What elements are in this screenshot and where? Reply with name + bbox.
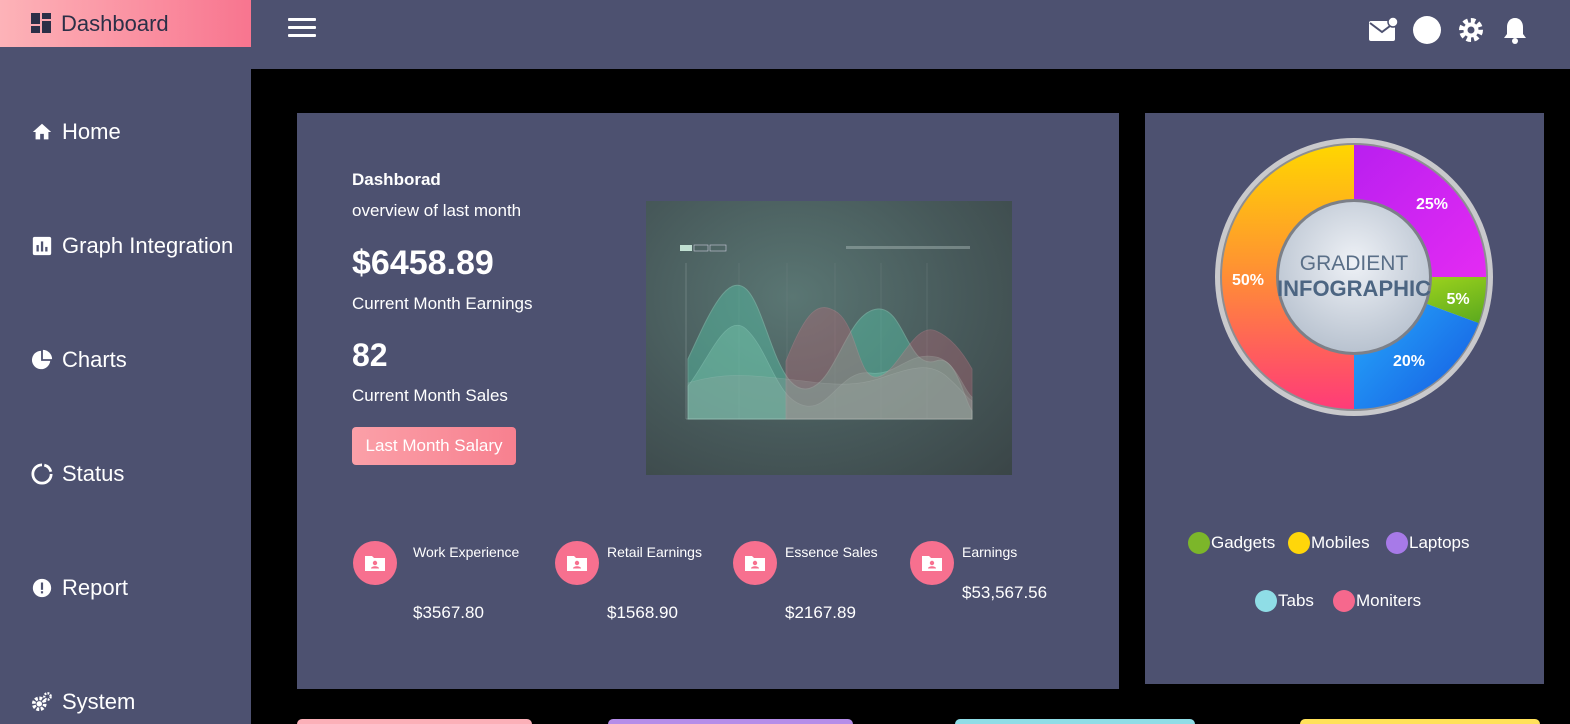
dashboard-icon	[31, 13, 51, 33]
alert-icon	[32, 578, 52, 598]
home-icon	[32, 123, 52, 140]
sidebar-item-graph-integration[interactable]: Graph Integration	[31, 233, 233, 259]
legend-label: Mobiles	[1311, 533, 1370, 552]
sidebar-item-label: Charts	[62, 347, 127, 372]
user-folder-icon	[555, 541, 599, 585]
legend-label: Tabs	[1278, 591, 1314, 610]
last-month-salary-button[interactable]: Last Month Salary	[352, 427, 516, 465]
segment-label-5: 5%	[1446, 291, 1469, 308]
user-folder-icon	[910, 541, 954, 585]
brand-label: Dashboard	[61, 10, 169, 36]
legend-moniters: Moniters	[1333, 590, 1421, 612]
legend-tabs: Tabs	[1255, 590, 1314, 612]
overview-subtitle: overview of last month	[352, 201, 522, 220]
overview-title: Dashborad	[352, 170, 441, 189]
legend-dot	[1255, 590, 1277, 612]
user-folder-icon	[353, 541, 397, 585]
sidebar-item-home[interactable]: Home	[31, 119, 121, 145]
legend-mobiles: Mobiles	[1288, 532, 1370, 554]
legend-laptops: Laptops	[1386, 532, 1470, 554]
segment-label-25: 25%	[1416, 196, 1448, 213]
top-bar-icons	[1368, 15, 1530, 45]
gears-icon	[31, 692, 52, 712]
menu-toggle-icon[interactable]	[288, 18, 318, 40]
bottom-card-peek	[297, 719, 532, 724]
legend-dot	[1333, 590, 1355, 612]
legend-dot	[1188, 532, 1210, 554]
sidebar-brand[interactable]: Dashboard	[0, 0, 251, 47]
user-folder-icon	[733, 541, 777, 585]
top-bar	[251, 0, 1570, 69]
bottom-card-peek	[1300, 719, 1540, 724]
segment-label-50: 50%	[1232, 272, 1264, 289]
sales-value: 82	[352, 337, 388, 373]
legend-gadgets: Gadgets	[1188, 532, 1275, 554]
sales-label: Current Month Sales	[352, 386, 508, 405]
sidebar-item-report[interactable]: Report	[31, 575, 128, 601]
gear-icon[interactable]	[1456, 15, 1486, 45]
earnings-value: $6458.89	[352, 244, 494, 282]
sidebar-item-label: Status	[62, 461, 125, 486]
pie-chart-icon	[31, 349, 53, 370]
legend-dot	[1386, 532, 1408, 554]
area-chart-image	[646, 201, 1012, 475]
sidebar-item-system[interactable]: System	[31, 689, 135, 715]
overview-card: Dashborad overview of last month $6458.8…	[297, 113, 1119, 689]
stat-label: Essence Sales	[785, 544, 878, 560]
legend-dot	[1288, 532, 1310, 554]
legend-label: Moniters	[1356, 591, 1422, 610]
bell-icon[interactable]	[1500, 15, 1530, 45]
stat-label: Retail Earnings	[607, 544, 702, 560]
sidebar-item-label: System	[62, 689, 136, 714]
segment-label-20: 20%	[1393, 353, 1425, 370]
sidebar-item-charts[interactable]: Charts	[31, 347, 127, 373]
gradient-infographic-donut: GRADIENT INFOGRAPHIC 25% 5% 20% 50%	[1215, 138, 1493, 416]
stat-value: $2167.89	[785, 603, 856, 622]
sidebar-item-label: Home	[62, 119, 121, 144]
area-chart-graphic	[680, 244, 973, 420]
avatar-circle-icon[interactable]	[1412, 15, 1442, 45]
bottom-card-peek	[955, 719, 1195, 724]
infographic-card: GRADIENT INFOGRAPHIC 25% 5% 20% 50% Gadg…	[1145, 113, 1544, 684]
mail-notification-icon[interactable]	[1368, 15, 1398, 45]
stat-value: $1568.90	[607, 603, 678, 622]
infographic-title-line2: INFOGRAPHIC	[1277, 276, 1431, 301]
spinner-icon	[31, 463, 53, 485]
infographic-title-line1: GRADIENT	[1300, 252, 1409, 275]
bottom-card-peek	[608, 719, 853, 724]
legend-label: Laptops	[1409, 533, 1470, 552]
sidebar-item-label: Report	[62, 575, 129, 600]
stat-label: Work Experience	[413, 544, 520, 560]
earnings-label: Current Month Earnings	[352, 294, 533, 313]
stat-value: $3567.80	[413, 603, 484, 622]
bar-chart-icon	[32, 236, 52, 256]
stat-label: Earnings	[962, 544, 1018, 560]
sidebar-item-label: Graph Integration	[62, 233, 234, 258]
sidebar: Dashboard Home Graph Integration Charts …	[0, 0, 251, 724]
sidebar-item-status[interactable]: Status	[31, 461, 124, 487]
legend-label: Gadgets	[1211, 533, 1276, 552]
stat-value: $53,567.56	[962, 583, 1048, 602]
